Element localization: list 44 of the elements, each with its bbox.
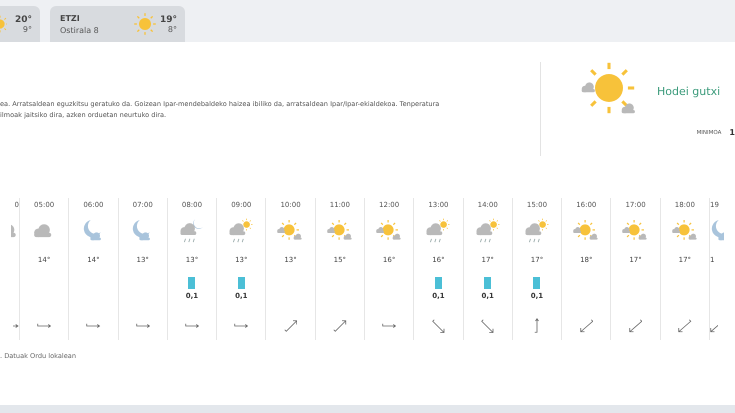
- sun-icon: [0, 15, 7, 33]
- sun-cloud-icon: [277, 220, 304, 242]
- wind-direction-arrow-icon: [628, 319, 642, 333]
- sun-cloud-icon: [573, 220, 600, 242]
- sun-cloud-icon: [622, 220, 649, 242]
- condition-label: Hodei gutxi: [657, 84, 720, 98]
- sun-rain-cloud-icon: [524, 218, 550, 244]
- wind-direction-arrow-icon: [481, 318, 494, 334]
- wind-direction-arrow-icon: [284, 320, 298, 332]
- wind-direction-arrow-icon: [333, 320, 347, 332]
- day-label: ETZI: [60, 14, 81, 22]
- low-temperature: 8°: [168, 24, 177, 34]
- sun-cloud-icon: [326, 220, 354, 242]
- wind-direction-arrow-icon: [184, 323, 200, 329]
- moon-cloud-icon: [710, 220, 724, 242]
- wind-direction-arrow-icon: [432, 318, 445, 334]
- day-tab[interactable]: 20° 9°: [0, 6, 40, 42]
- low-temperature: 9°: [22, 24, 32, 34]
- sun-cloud-icon: [672, 220, 698, 242]
- wind-direction-arrow-icon: [234, 323, 248, 329]
- wind-direction-arrow-icon: [382, 323, 396, 329]
- day-date: Ostirala 8: [60, 26, 100, 34]
- high-temperature: 20°: [14, 14, 32, 24]
- sun-icon: [134, 13, 156, 35]
- wind-direction-arrow-icon: [580, 319, 594, 333]
- wind-direction-arrow-icon: [13, 323, 19, 329]
- sun-cloud-icon: [376, 220, 402, 242]
- precipitation-bar: [434, 277, 442, 290]
- sun-rain-cloud-icon: [476, 218, 500, 244]
- wind-direction-arrow-icon: [534, 318, 540, 334]
- precipitation-bar: [484, 277, 492, 290]
- wind-direction-arrow-icon: [86, 323, 101, 329]
- wind-direction-arrow-icon: [136, 323, 150, 329]
- sun-rain-cloud-icon: [426, 218, 451, 244]
- precipitation-bar: [238, 277, 245, 290]
- day-tab[interactable]: ETZI Ostirala 8 19° 8°: [50, 6, 185, 42]
- wind-direction-arrow-icon: [678, 319, 692, 333]
- moon-rain-cloud-icon: [180, 218, 204, 244]
- sun-rain-cloud-icon: [229, 218, 254, 244]
- precipitation-bar: [188, 277, 196, 290]
- wind-direction-arrow-icon: [37, 323, 52, 329]
- high-temperature: 19°: [160, 14, 177, 24]
- minimum-value: 1: [729, 128, 735, 137]
- precipitation-bar: [533, 277, 540, 290]
